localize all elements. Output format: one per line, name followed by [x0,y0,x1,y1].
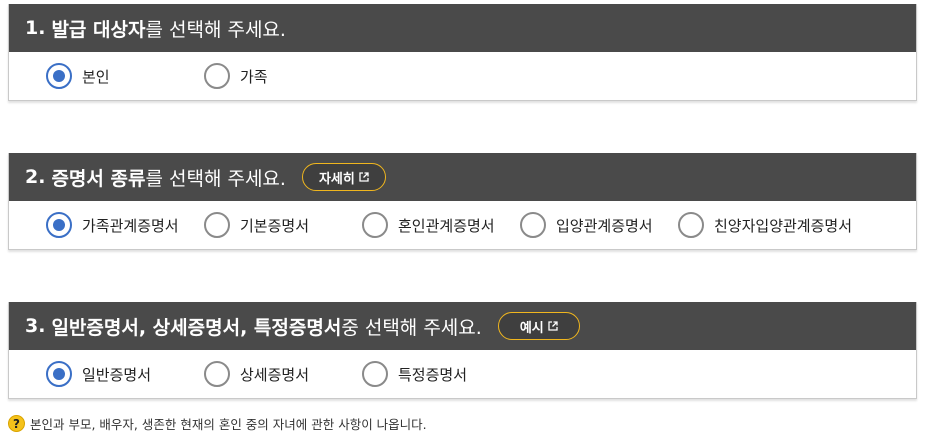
radio-button[interactable] [204,361,230,387]
radio-option-family[interactable]: 가족 [204,63,362,89]
radio-label: 일반증명서 [82,365,152,384]
radio-group-certificate-detail: 일반증명서 상세증명서 특정증명서 [9,350,916,398]
radio-label: 가족 [240,67,268,86]
radio-button[interactable] [362,212,388,238]
radio-button[interactable] [204,212,230,238]
radio-option-detailed[interactable]: 상세증명서 [204,361,362,387]
section-title-normal: 를 선택해 주세요. [145,167,286,190]
question-icon: ? [8,415,25,432]
section-title-normal: 중 선택해 주세요. [341,316,482,339]
radio-label: 기본증명서 [240,216,310,235]
help-note: ? 본인과 부모, 배우자, 생존한 현재의 혼인 중의 자녀에 관한 사항이 … [8,414,427,433]
radio-option-marriage[interactable]: 혼인관계증명서 [362,212,520,238]
section-number: 2. [25,166,46,188]
section-title-normal: 를 선택해 주세요. [145,18,286,41]
help-note-text: 본인과 부모, 배우자, 생존한 현재의 혼인 중의 자녀에 관한 사항이 나옵… [30,417,427,432]
section-title-bold: 증명서 종류 [51,167,146,190]
section-title-bold: 발급 대상자 [51,18,146,41]
section-certificate-type: 2. 증명서 종류 를 선택해 주세요. 자세히 가족관계증명서 기본증명서 혼… [8,153,917,250]
radio-label: 상세증명서 [240,365,310,384]
radio-button[interactable] [46,212,72,238]
example-button[interactable]: 예시 [497,312,580,340]
radio-option-adoption[interactable]: 입양관계증명서 [520,212,678,238]
external-link-icon [359,172,369,182]
external-link-icon [548,321,558,331]
radio-option-basic[interactable]: 기본증명서 [204,212,362,238]
radio-label: 입양관계증명서 [556,216,653,235]
section-issue-target: 1. 발급 대상자 를 선택해 주세요. 본인 가족 [8,4,917,101]
radio-group-issue-target: 본인 가족 [9,52,916,100]
details-button[interactable]: 자세히 [301,163,386,191]
section-number: 3. [25,315,46,337]
radio-button[interactable] [204,63,230,89]
radio-label: 친양자입양관계증명서 [714,216,853,235]
radio-label: 본인 [82,67,110,86]
radio-button[interactable] [46,361,72,387]
example-button-label: 예시 [519,320,544,336]
radio-button[interactable] [362,361,388,387]
radio-option-self[interactable]: 본인 [46,63,204,89]
section-header: 1. 발급 대상자 를 선택해 주세요. [9,4,916,52]
section-header: 3. 일반증명서, 상세증명서, 특정증명서 중 선택해 주세요. 예시 [9,302,916,350]
section-title-bold: 일반증명서, 상세증명서, 특정증명서 [51,316,342,339]
radio-label: 특정증명서 [398,365,468,384]
radio-option-general[interactable]: 일반증명서 [46,361,204,387]
radio-option-family-relation[interactable]: 가족관계증명서 [46,212,204,238]
radio-label: 혼인관계증명서 [398,216,495,235]
radio-button[interactable] [520,212,546,238]
radio-option-full-adoption[interactable]: 친양자입양관계증명서 [678,212,852,238]
radio-button[interactable] [46,63,72,89]
section-number: 1. [25,17,46,39]
section-certificate-detail: 3. 일반증명서, 상세증명서, 특정증명서 중 선택해 주세요. 예시 일반증… [8,302,917,399]
radio-group-certificate-type: 가족관계증명서 기본증명서 혼인관계증명서 입양관계증명서 친양자입양관계증명서 [9,201,916,249]
radio-label: 가족관계증명서 [82,216,179,235]
radio-button[interactable] [678,212,704,238]
details-button-label: 자세히 [318,171,355,187]
section-header: 2. 증명서 종류 를 선택해 주세요. 자세히 [9,153,916,201]
radio-option-specific[interactable]: 특정증명서 [362,361,520,387]
